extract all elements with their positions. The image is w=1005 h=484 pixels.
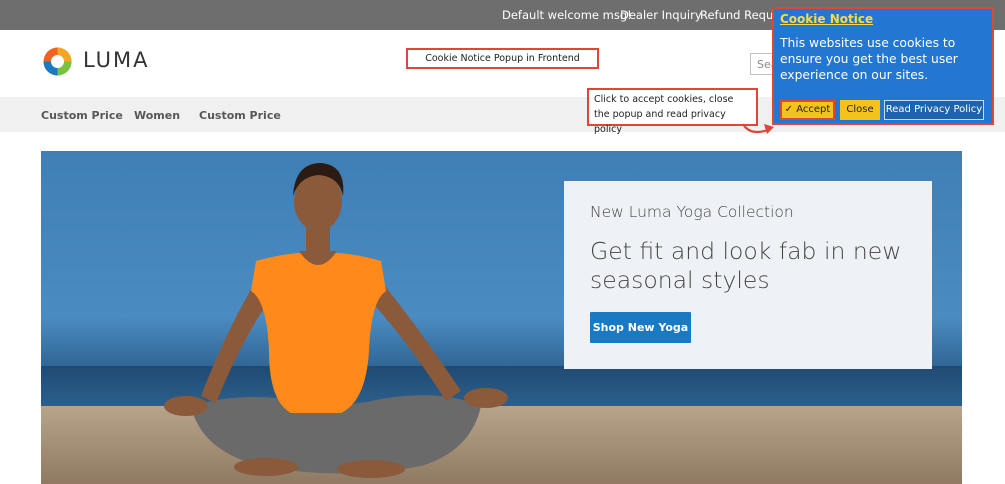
cookie-notice-title: Cookie Notice <box>780 12 874 26</box>
nav-item-custom-price-2[interactable]: Custom Price <box>199 109 281 122</box>
luma-logo-icon[interactable] <box>41 45 74 78</box>
close-button[interactable]: Close <box>840 100 880 120</box>
promo-headline: Get fit and look fab in new seasonal sty… <box>590 237 902 294</box>
nav-item-custom-price[interactable]: Custom Price <box>41 109 123 122</box>
cookie-notice-body: This websites use cookies to ensure you … <box>780 36 958 82</box>
shop-new-yoga-button[interactable]: Shop New Yoga <box>590 312 691 343</box>
annotation-hint: Click to accept cookies, close the popup… <box>587 88 758 135</box>
cookie-notice-popup: Cookie Notice This websites use cookies … <box>772 7 994 125</box>
promo-subtitle: New Luma Yoga Collection <box>590 203 794 221</box>
logo-text[interactable]: LUMA <box>83 48 150 72</box>
nav-item-women[interactable]: Women <box>134 109 180 122</box>
read-privacy-policy-button[interactable]: Read Privacy Policy <box>884 100 984 120</box>
annotation-title: Cookie Notice Popup in Frontend <box>406 48 599 69</box>
hero-banner[interactable]: New Luma Yoga Collection Get fit and loo… <box>41 151 962 484</box>
dealer-inquiry-link[interactable]: Dealer Inquiry <box>620 8 702 22</box>
welcome-message: Default welcome msg! <box>502 8 632 22</box>
promo-card: New Luma Yoga Collection Get fit and loo… <box>564 181 932 369</box>
accept-button[interactable]: ✓ Accept <box>780 100 835 120</box>
